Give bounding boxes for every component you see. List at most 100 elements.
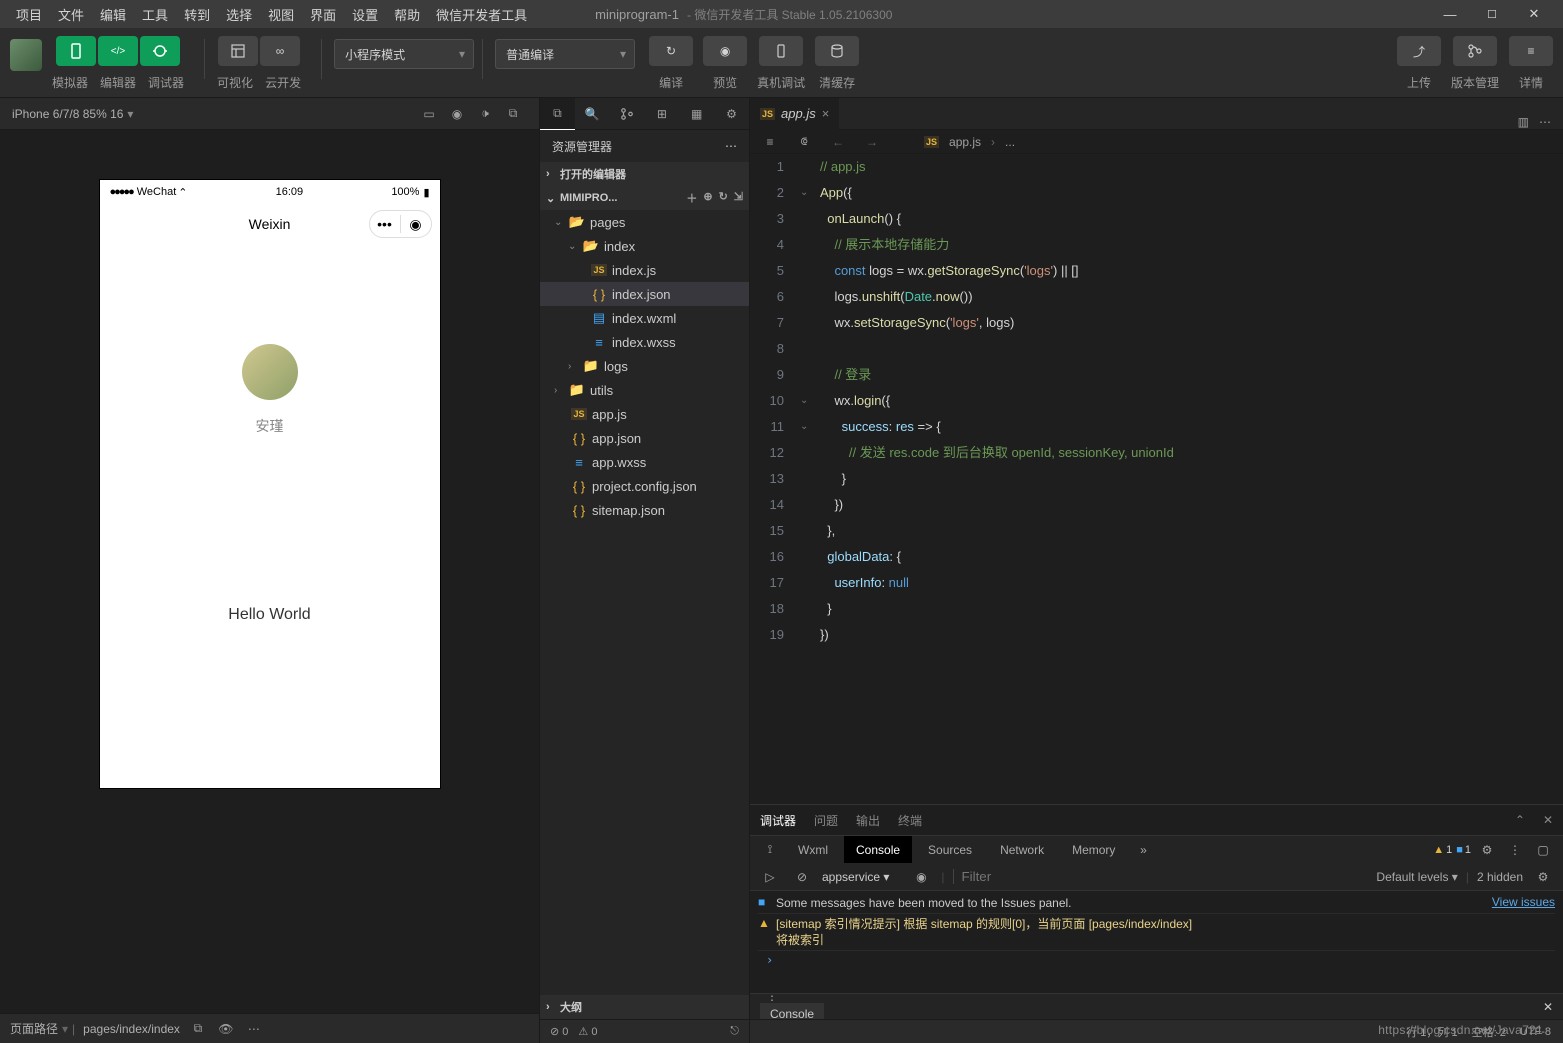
menu-goto[interactable]: 转到 <box>176 5 218 24</box>
tree-file-app-js[interactable]: JSapp.js <box>540 402 749 426</box>
info-badge[interactable]: ■1 <box>1456 844 1471 856</box>
capsule-close-icon[interactable]: ◉ <box>401 210 431 238</box>
sync-icon[interactable]: ⎋ <box>730 1025 739 1038</box>
dt-tab-console[interactable]: Console <box>844 836 912 864</box>
bookmark-icon[interactable]: ⟃ <box>792 134 816 149</box>
tree-file-index-wxml[interactable]: ▤index.wxml <box>540 306 749 330</box>
play-icon[interactable]: ▷ <box>758 870 782 884</box>
cloud-button[interactable]: ∞ <box>260 36 300 66</box>
menu-project[interactable]: 项目 <box>8 5 50 24</box>
bp-tab-issues[interactable]: 问题 <box>814 812 838 829</box>
menu-select[interactable]: 选择 <box>218 5 260 24</box>
menu-ui[interactable]: 界面 <box>302 5 344 24</box>
compile-select[interactable]: 普通编译 <box>495 39 635 69</box>
upload-button[interactable]: ⤴ <box>1397 36 1441 66</box>
kebab-icon[interactable]: ⋮ <box>1503 843 1527 857</box>
explorer-tab-ext[interactable]: ⊞ <box>644 98 679 130</box>
new-file-icon[interactable]: ＋ <box>686 190 697 206</box>
window-maximize-icon[interactable] <box>1471 0 1513 28</box>
tree-file-sitemap[interactable]: { }sitemap.json <box>540 498 749 522</box>
editor-more-icon[interactable]: ⋯ <box>1539 115 1551 129</box>
explorer-tab-db[interactable]: ▦ <box>679 98 714 130</box>
tree-folder-logs[interactable]: ›📁logs <box>540 354 749 378</box>
tab-close-icon[interactable]: × <box>822 106 830 121</box>
spaces-label[interactable]: 空格: 2 <box>1472 1024 1506 1040</box>
menu-settings[interactable]: 设置 <box>344 5 386 24</box>
mode-select[interactable]: 小程序模式 <box>334 39 474 69</box>
dt-more-icon[interactable]: » <box>1131 843 1155 857</box>
menu-tools[interactable]: 工具 <box>134 5 176 24</box>
user-avatar[interactable] <box>10 39 42 71</box>
tree-folder-pages[interactable]: ⌄📂pages <box>540 210 749 234</box>
remote-debug-button[interactable] <box>759 36 803 66</box>
code-editor[interactable]: 12345678910111213141516171819 ⌄⌄⌄ // app… <box>750 154 1563 804</box>
tree-file-app-wxss[interactable]: ≡app.wxss <box>540 450 749 474</box>
collapse-icon[interactable]: ⇲ <box>734 190 743 206</box>
settings-icon[interactable]: ⚙ <box>1475 843 1499 857</box>
dock-icon[interactable]: ▢ <box>1531 843 1555 857</box>
mute-icon[interactable]: 🕩 <box>471 100 499 128</box>
editor-tab-app-js[interactable]: JS app.js × <box>750 98 839 130</box>
warn-badge[interactable]: ▲1 <box>1433 844 1452 856</box>
preview-button[interactable]: ◉ <box>703 36 747 66</box>
breadcrumb-more[interactable]: ... <box>1005 135 1015 149</box>
tree-folder-utils[interactable]: ›📁utils <box>540 378 749 402</box>
bp-tab-terminal[interactable]: 终端 <box>898 812 922 829</box>
device-rotate-icon[interactable]: ▭ <box>415 100 443 128</box>
simulator-toggle-button[interactable] <box>56 36 96 66</box>
capsule-menu[interactable]: ••• ◉ <box>369 210 432 238</box>
warnings-count[interactable]: ⚠ 0 <box>578 1025 597 1038</box>
tree-file-index-js[interactable]: JSindex.js <box>540 258 749 282</box>
open-editors-section[interactable]: ›打开的编辑器 <box>540 162 749 186</box>
settings-gear-icon[interactable]: ⚙ <box>1531 870 1555 884</box>
menu-edit[interactable]: 编辑 <box>92 5 134 24</box>
explorer-tab-git[interactable] <box>610 98 645 130</box>
bp-tab-output[interactable]: 输出 <box>856 812 880 829</box>
split-editor-icon[interactable]: ▥ <box>1518 115 1529 129</box>
dt-tab-wxml[interactable]: Wxml <box>786 836 840 864</box>
refresh-icon[interactable]: ↻ <box>719 190 728 206</box>
dt-tab-network[interactable]: Network <box>988 836 1056 864</box>
tree-file-index-json[interactable]: { }index.json <box>540 282 749 306</box>
errors-count[interactable]: ⊘ 0 <box>550 1025 568 1038</box>
levels-select[interactable]: Default levels ▾ <box>1376 870 1457 884</box>
panel-close-icon[interactable]: ✕ <box>1543 813 1553 827</box>
screenshot-icon[interactable]: ⧉ <box>499 100 527 128</box>
cursor-pos[interactable]: 行 1，列 1 <box>1406 1024 1457 1040</box>
nav-fwd-icon[interactable]: → <box>860 135 884 149</box>
copy-path-icon[interactable]: ⧉ <box>184 1015 212 1043</box>
menu-view[interactable]: 视图 <box>260 5 302 24</box>
explorer-tab-files[interactable]: ⧉ <box>540 98 575 130</box>
visual-button[interactable] <box>218 36 258 66</box>
eye-icon[interactable]: 👁 <box>212 1015 240 1043</box>
device-label[interactable]: iPhone 6/7/8 85% 16 <box>12 107 123 121</box>
project-section[interactable]: ⌄MIMIPRO... ＋ ⊕ ↻ ⇲ <box>540 186 749 210</box>
explorer-tab-settings[interactable]: ⚙ <box>714 98 749 130</box>
detail-button[interactable]: ≡ <box>1509 36 1553 66</box>
nav-back-icon[interactable]: ← <box>826 135 850 149</box>
encoding-label[interactable]: UTF-8 <box>1520 1026 1551 1038</box>
debugger-toggle-button[interactable] <box>140 36 180 66</box>
menu-help[interactable]: 帮助 <box>386 5 428 24</box>
version-button[interactable] <box>1453 36 1497 66</box>
dt-tab-sources[interactable]: Sources <box>916 836 984 864</box>
new-folder-icon[interactable]: ⊕ <box>703 190 712 206</box>
explorer-more-icon[interactable]: ⋯ <box>725 139 737 153</box>
dt-tab-memory[interactable]: Memory <box>1060 836 1127 864</box>
editor-toggle-button[interactable]: </> <box>98 36 138 66</box>
inspect-icon[interactable]: ⟟ <box>758 842 782 857</box>
record-icon[interactable]: ◉ <box>443 100 471 128</box>
bp-tab-debugger[interactable]: 调试器 <box>760 812 796 829</box>
hidden-count[interactable]: 2 hidden <box>1477 870 1523 884</box>
eye-icon[interactable]: ◉ <box>909 870 933 884</box>
tree-file-project-config[interactable]: { }project.config.json <box>540 474 749 498</box>
explorer-tab-search[interactable]: 🔍 <box>575 98 610 130</box>
menu-file[interactable]: 文件 <box>50 5 92 24</box>
outline-section[interactable]: ›大纲 <box>540 995 749 1019</box>
capsule-more-icon[interactable]: ••• <box>370 210 400 238</box>
tree-file-app-json[interactable]: { }app.json <box>540 426 749 450</box>
view-issues-link[interactable]: View issues <box>1492 895 1555 909</box>
window-minimize-icon[interactable] <box>1429 0 1471 28</box>
clear-cache-button[interactable] <box>815 36 859 66</box>
panel-collapse-icon[interactable]: ⌃ <box>1515 813 1525 827</box>
